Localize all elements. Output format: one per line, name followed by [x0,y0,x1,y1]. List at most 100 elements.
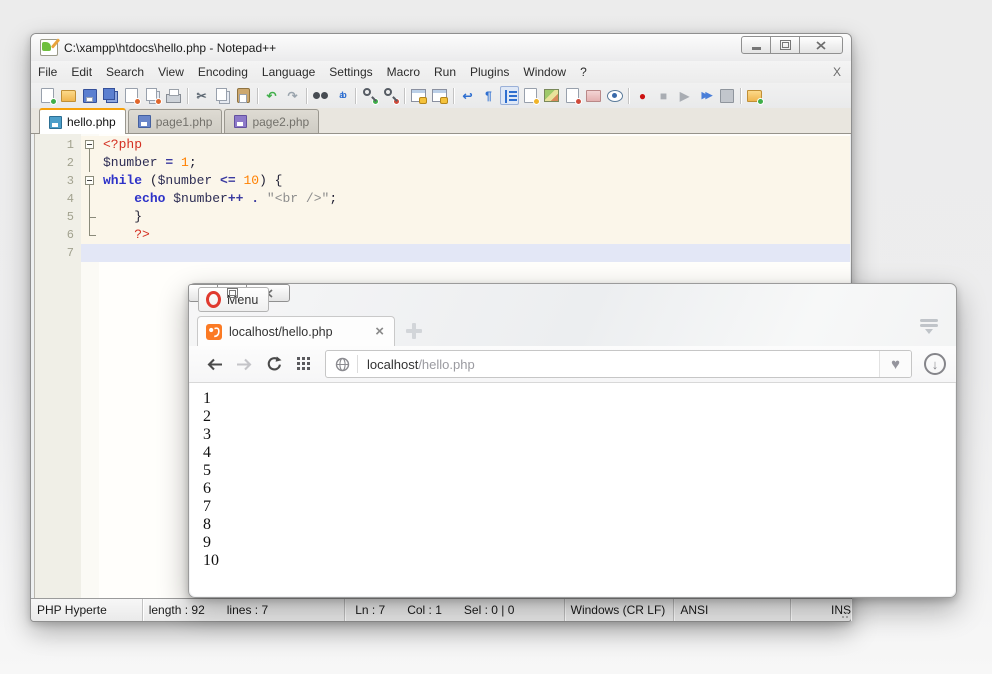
restore-button[interactable] [770,36,800,54]
browser-tab-localhost[interactable]: localhost/hello.php × [197,316,395,346]
zoom-out-icon[interactable] [381,86,400,105]
saved-file-icon [138,115,151,128]
save-icon[interactable] [80,86,99,105]
monitoring-icon[interactable] [605,86,624,105]
bookmark-heart-icon[interactable]: ♥ [879,351,911,377]
menu-item-run[interactable]: Run [427,62,463,82]
tab-menu-icon[interactable] [918,318,940,341]
tab-close-icon[interactable]: × [373,324,386,339]
print-icon[interactable] [164,86,183,105]
downloads-button[interactable]: ↓ [924,353,946,375]
close-button[interactable] [799,36,843,54]
define-language-icon[interactable] [542,86,561,105]
menu-item-view[interactable]: View [151,62,191,82]
menu-item-settings[interactable]: Settings [322,62,379,82]
new-file-icon[interactable] [38,86,57,105]
show-all-characters-icon[interactable]: ¶ [479,86,498,105]
editor-line[interactable]: 7 [35,244,850,262]
macro-play-icon[interactable]: ▶ [675,86,694,105]
cut-icon[interactable]: ✂ [192,86,211,105]
tab-page1-php[interactable]: page1.php [128,109,223,133]
menu-item-search[interactable]: Search [99,62,151,82]
browser-toolbar: localhost/hello.php ♥ ↓ [189,346,956,383]
menu-item-edit[interactable]: Edit [64,62,99,82]
save-all-icon[interactable] [101,86,120,105]
new-tab-button[interactable] [405,322,423,340]
sync-vertical-scroll-icon[interactable] [409,86,428,105]
editor-line[interactable]: 6 ?> [35,226,850,244]
menu-item-help[interactable]: ? [573,62,594,82]
macro-save-icon[interactable] [717,86,736,105]
undo-icon[interactable]: ↶ [262,86,281,105]
resize-grip[interactable] [840,610,848,618]
menu-item-plugins[interactable]: Plugins [463,62,516,82]
toolbar-separator [355,88,356,104]
toolbar-separator [453,88,454,104]
show-indent-guide-icon[interactable] [500,86,519,105]
menu-item-macro[interactable]: Macro [380,62,427,82]
paste-icon[interactable] [234,86,253,105]
page-output: 12345678910 [190,383,955,596]
toolbar-separator [187,88,188,104]
editor-line[interactable]: 1<?php [35,136,850,154]
macro-run-multiple-icon[interactable]: ▶▶ [696,86,715,105]
code-text: echo $number++ . "<br />"; [99,190,850,208]
macro-stop-icon[interactable]: ■ [654,86,673,105]
zoom-in-icon[interactable] [360,86,379,105]
url-text[interactable]: localhost/hello.php [358,357,879,372]
code-text: $number = 1; [99,154,850,172]
tab-page2-php[interactable]: page2.php [224,109,319,133]
tab-hello-php[interactable]: hello.php [39,108,126,134]
window-title: C:\xampp\htdocs\hello.php - Notepad++ [64,41,276,55]
menu-item-language[interactable]: Language [255,62,322,82]
document-map-icon[interactable] [521,86,540,105]
opera-window-controls [189,284,956,302]
redo-icon[interactable]: ↷ [283,86,302,105]
reload-button[interactable] [259,351,289,377]
close-all-icon[interactable] [143,86,162,105]
editor-line[interactable]: 2$number = 1; [35,154,850,172]
find-icon[interactable] [311,86,330,105]
output-line: 3 [203,426,955,444]
open-file-icon[interactable] [59,86,78,105]
desktop: C:\xampp\htdocs\hello.php - Notepad++ Fi… [0,0,992,674]
replace-icon[interactable]: ab [332,86,351,105]
browser-tab-title: localhost/hello.php [229,325,373,339]
menu-item-file[interactable]: File [31,62,64,82]
code-text: } [99,208,850,226]
explorer-plugin-icon[interactable] [745,86,764,105]
back-button[interactable] [199,351,229,377]
browser-tab-bar: localhost/hello.php × [189,314,956,346]
output-line: 2 [203,408,955,426]
menu-bar: File Edit Search View Encoding Language … [31,61,851,83]
address-bar[interactable]: localhost/hello.php ♥ [325,350,912,378]
notepadpp-titlebar[interactable]: C:\xampp\htdocs\hello.php - Notepad++ [31,34,851,62]
fold-margin-open[interactable] [81,136,99,154]
site-globe-icon [326,355,358,373]
status-col: Col : 1 [407,603,442,617]
fold-margin-line [81,154,99,172]
sync-horizontal-scroll-icon[interactable] [430,86,449,105]
menu-item-encoding[interactable]: Encoding [191,62,255,82]
editor-line[interactable]: 5 } [35,208,850,226]
restore-icon [227,288,238,298]
toolbar: ✂↶↷ab↩¶●■▶▶▶ [31,83,851,108]
forward-button[interactable] [229,351,259,377]
status-doc-type: PHP Hyperte [31,599,143,621]
editor-line[interactable]: 3while ($number <= 10) { [35,172,850,190]
fold-margin-open[interactable] [81,172,99,190]
saved-file-icon [49,116,62,129]
menu-item-window[interactable]: Window [516,62,573,82]
macro-record-icon[interactable]: ● [633,86,652,105]
speed-dial-button[interactable] [289,351,319,377]
close-icon[interactable] [122,86,141,105]
minimize-button[interactable] [741,36,771,54]
editor-line[interactable]: 4 echo $number++ . "<br />"; [35,190,850,208]
function-list-icon[interactable] [563,86,582,105]
copy-icon[interactable] [213,86,232,105]
output-line: 6 [203,480,955,498]
line-number: 5 [35,208,81,226]
folder-as-workspace-icon[interactable] [584,86,603,105]
menu-close-document-icon[interactable]: X [833,65,841,79]
word-wrap-icon[interactable]: ↩ [458,86,477,105]
